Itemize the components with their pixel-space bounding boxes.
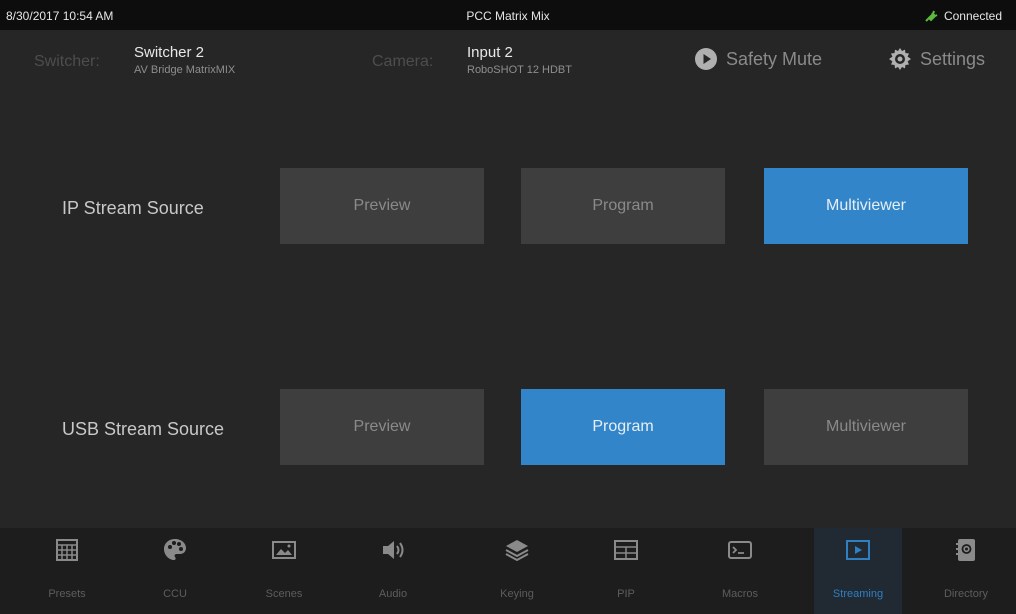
safety-mute-button[interactable]: Safety Mute (694, 47, 822, 71)
tab-streaming[interactable]: Streaming (814, 528, 902, 614)
address-book-icon (952, 536, 980, 564)
plug-icon (925, 10, 938, 22)
status-bar: 8/30/2017 10:54 AM PCC Matrix Mix Connec… (0, 0, 1016, 30)
tab-streaming-label: Streaming (832, 588, 884, 600)
gear-icon (889, 48, 911, 70)
usb-program-button[interactable]: Program (521, 389, 725, 465)
connection-label: Connected (943, 9, 1002, 23)
settings-label: Settings (920, 48, 986, 69)
tab-keying[interactable]: Keying (473, 528, 561, 614)
tab-audio[interactable]: Audio (349, 528, 437, 614)
tab-pip[interactable]: PIP (582, 528, 670, 614)
tab-macros[interactable]: Macros (696, 528, 784, 614)
tab-presets[interactable]: Presets (23, 528, 111, 614)
tab-audio-label: Audio (378, 588, 408, 600)
usb-stream-label: USB Stream Source (62, 419, 225, 439)
settings-button[interactable]: Settings (888, 47, 985, 71)
bottom-tab-bar: Presets CCU Scenes Audio Keying PIP Macr… (0, 528, 1016, 614)
tab-scenes-label: Scenes (265, 588, 303, 600)
usb-multiviewer-button[interactable]: Multiviewer (764, 389, 968, 465)
ip-program-button[interactable]: Program (521, 168, 725, 244)
camera-label: Camera: (372, 53, 434, 70)
terminal-icon (726, 536, 754, 564)
layers-icon (503, 536, 531, 564)
speaker-icon (379, 536, 407, 564)
camera-model: RoboSHOT 12 HDBT (467, 64, 572, 76)
ip-stream-label: IP Stream Source (62, 198, 204, 218)
tab-macros-label: Macros (721, 588, 759, 600)
switcher-model: AV Bridge MatrixMIX (134, 64, 236, 76)
connection-status: Connected (924, 9, 1002, 23)
tab-keying-label: Keying (500, 588, 534, 600)
picture-icon (270, 536, 298, 564)
play-circle-icon (695, 48, 717, 70)
streaming-panel: IP Stream Source Preview Program Multivi… (0, 98, 1016, 528)
pip-icon (612, 536, 640, 564)
palette-icon (161, 536, 189, 564)
tab-directory[interactable]: Directory (922, 528, 1010, 614)
switcher-name[interactable]: Switcher 2 (134, 45, 204, 61)
header: Switcher: Switcher 2 AV Bridge MatrixMIX… (0, 30, 1016, 98)
camera-name[interactable]: Input 2 (467, 45, 513, 61)
grid-icon (53, 536, 81, 564)
tab-ccu-label: CCU (163, 588, 187, 600)
tab-scenes[interactable]: Scenes (240, 528, 328, 614)
switcher-label: Switcher: (34, 53, 100, 70)
tab-presets-label: Presets (48, 588, 86, 600)
ip-preview-button[interactable]: Preview (280, 168, 484, 244)
tab-pip-label: PIP (617, 588, 635, 600)
tab-directory-label: Directory (943, 588, 988, 600)
tab-ccu[interactable]: CCU (131, 528, 219, 614)
app-title: PCC Matrix Mix (466, 9, 550, 23)
ip-multiviewer-button[interactable]: Multiviewer (764, 168, 968, 244)
safety-mute-label: Safety Mute (726, 48, 823, 69)
usb-preview-button[interactable]: Preview (280, 389, 484, 465)
play-icon (844, 536, 872, 564)
